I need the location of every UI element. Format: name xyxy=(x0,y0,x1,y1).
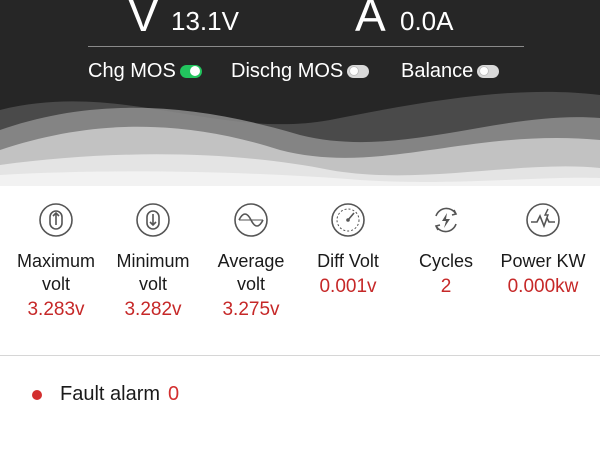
stat-value: 0.000kw xyxy=(507,276,579,297)
mos-switch-row: Chg MOS Dischg MOS Balance xyxy=(0,58,600,84)
stat-label: Maximum volt xyxy=(16,251,95,294)
fault-alarm-count: 0 xyxy=(168,383,180,405)
dischg-mos-toggle[interactable] xyxy=(347,64,370,78)
chg-mos-label: Chg MOS xyxy=(88,60,176,82)
max-volt-icon xyxy=(39,203,73,237)
stat-value: 2 xyxy=(440,276,452,297)
battery-status-header: V 13.1V A 0.0A Chg MOS Dischg MOS Balanc… xyxy=(0,0,600,186)
stat-label: Minimum volt xyxy=(116,251,190,294)
cell-stats-panel: Maximum volt 3.283v Minimum volt 3.282v Av… xyxy=(0,196,600,346)
stat-label: Average volt xyxy=(217,251,285,294)
stat-value: 3.283v xyxy=(27,299,85,320)
dischg-mos-switch[interactable]: Dischg MOS xyxy=(231,58,370,84)
stat-label: Power KW xyxy=(500,251,586,271)
gauge-icon xyxy=(331,203,365,237)
fault-alarm-label: Fault alarm xyxy=(60,383,161,405)
avg-volt-icon xyxy=(234,203,268,237)
voltage-value: 13.1V xyxy=(171,6,239,36)
current-symbol: A xyxy=(355,0,386,41)
chg-mos-toggle[interactable] xyxy=(179,64,202,78)
power-icon xyxy=(526,203,560,237)
cycle-icon xyxy=(434,207,458,233)
stat-value: 0.001v xyxy=(319,276,377,297)
stat-label: Diff Volt xyxy=(317,251,379,271)
balance-label: Balance xyxy=(401,60,474,82)
stat-average-volt: Average volt 3.275v xyxy=(201,196,301,322)
stat-value: 3.275v xyxy=(222,299,280,320)
current-value: 0.0A xyxy=(400,6,454,36)
fault-indicator-dot xyxy=(32,389,42,400)
header-divider xyxy=(88,46,524,47)
fault-alarm-row[interactable]: Fault alarm 0 xyxy=(32,383,179,406)
stat-label: Cycles xyxy=(418,251,473,271)
dischg-mos-label: Dischg MOS xyxy=(231,60,344,82)
stat-value: 3.282v xyxy=(124,299,182,320)
stat-maximum-volt: Maximum volt 3.283v xyxy=(6,196,106,322)
min-volt-icon xyxy=(136,203,170,237)
section-divider xyxy=(0,355,600,356)
stat-diff-volt: Diff Volt 0.001v xyxy=(298,196,398,299)
balance-switch[interactable]: Balance xyxy=(401,58,500,84)
wave-decoration xyxy=(0,91,600,186)
voltage-symbol: V xyxy=(128,0,159,41)
stat-cycles: Cycles 2 xyxy=(396,196,496,299)
chg-mos-switch[interactable]: Chg MOS xyxy=(88,58,202,84)
stat-power-kw: Power KW 0.000kw xyxy=(493,196,593,299)
balance-toggle[interactable] xyxy=(477,64,500,78)
stat-minimum-volt: Minimum volt 3.282v xyxy=(103,196,203,322)
